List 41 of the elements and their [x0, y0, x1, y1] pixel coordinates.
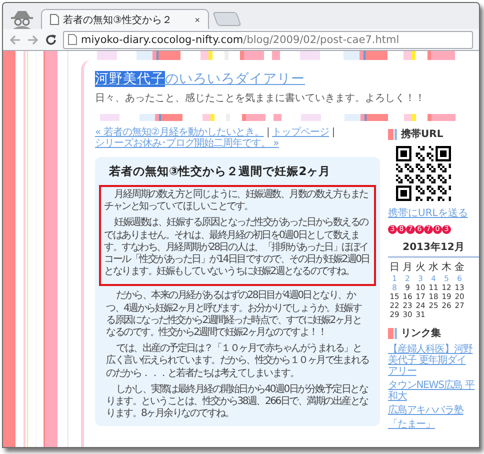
heading-marker-icon — [388, 328, 397, 338]
nav-link[interactable]: « 若者の無知②月経を動かしたいとき。 — [95, 127, 264, 138]
page-icon — [50, 14, 59, 25]
separator: | — [332, 127, 335, 138]
reload-icon[interactable] — [45, 34, 57, 46]
sidebar-heading: 携帯URL — [401, 128, 444, 141]
nav-link[interactable]: トップページ — [272, 127, 330, 138]
blog-description: 日々、あったこと、感じたことを気ままに書いていきます。よろしく！！ — [95, 92, 426, 105]
separator: | — [266, 127, 270, 138]
tab-close-button[interactable]: × — [194, 14, 200, 24]
address-bar[interactable]: miyoko-diary.cocolog-nifty.com/blog/2009/02/post-cae7.html — [63, 30, 473, 48]
sidebar-link[interactable]: 【産婦人科医】河野美代子 更年期ダイアリー — [388, 344, 479, 377]
calendar-title: 2013年12月 — [388, 240, 479, 258]
page-icon — [68, 34, 77, 45]
heading-marker-icon — [388, 128, 397, 140]
qr-code-drawing — [396, 146, 451, 201]
sidebar-link[interactable]: 「たまー」 — [388, 419, 479, 430]
selected-text: 河野美代子 — [95, 71, 165, 87]
weekday-label: 木 — [440, 260, 452, 274]
url-text: miyoko-diary.cocolog-nifty.com/blog/2009/02/post-cae7.html — [81, 34, 400, 46]
weekday-label: 月 — [402, 261, 414, 274]
new-tab-button[interactable] — [212, 12, 242, 26]
forward-icon[interactable] — [27, 34, 39, 46]
sidebar-heading: リンク集 — [401, 326, 441, 340]
incognito-icon — [9, 9, 35, 29]
sidebar-link[interactable]: タウンNEWS広島 平和大 — [388, 380, 479, 402]
weekday-label: 水 — [428, 260, 440, 274]
send-url-link[interactable]: 携帯にURLを送る — [388, 206, 479, 220]
article-paragraph: 妊娠週数は、妊娠する原因となった性交があった日から数えるのではありません。それは、最終月経の初日を0週0日として数えます。すなわち、月経周期が28日の人は、「排卵があった日」ほぼイコール「性交があった日」が14日目ですので、その日が妊娠2週0日となります。妊娠もしていないうちに妊娠2週となるのですね。 — [104, 217, 370, 278]
weekday-label: 金 — [454, 261, 466, 274]
nav-link[interactable]: シリーズお休み･ブログ開始二周年です。 » — [95, 138, 279, 149]
article-paragraph: 月経周期の数え方と同じように、妊娠週数、月数の数え方もまたチャンと知っていてほしいことです。 — [104, 189, 369, 214]
article-title: 若者の無知③性交から２週間で妊娠2ヶ月 — [109, 164, 332, 179]
back-icon[interactable] — [9, 34, 21, 46]
weekday-label: 日 — [388, 261, 400, 274]
article-paragraph: しかし、実際は最終月経の開始日から40週0日が分娩予定日となります。ということは、性交から38週、266日で、満期の出産となります。8ヶ月余りなのですね。 — [105, 384, 369, 420]
sidebar-link[interactable]: 広島アキハバラ塾 — [388, 405, 479, 416]
article-paragraph: では、出産の予定日は？「１０ヶ月で赤ちゃんがうまれる」と広く言い伝えられています。だから、性交から１０ヶ月で生まれるのだから．．．と若者たちは考えてしまいます。 — [105, 343, 370, 380]
browser-tab[interactable]: 若者の無知③性交から２ × — [41, 9, 209, 29]
article-paragraph: だから、本来の月経があるはずの28日目が4週0日となり、かつ、4週から妊娠2ヶ月と呼びます。お分かりでしょうか。妊娠する原因になった性交から2週間経った時点で、すでに妊娠2ヶ月となるのです。性交から2週間で妊娠2ヶ月なのですよ！！ — [105, 290, 363, 340]
weekday-label: 火 — [414, 260, 426, 274]
